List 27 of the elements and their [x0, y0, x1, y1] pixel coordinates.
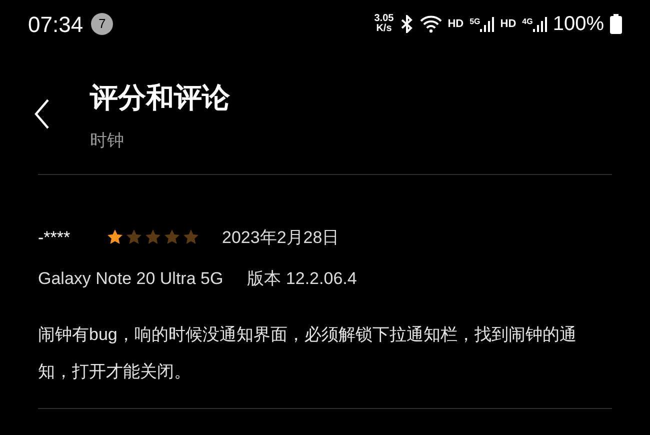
network-type: 4G — [522, 16, 533, 28]
device-name: Galaxy Note 20 Ultra 5G — [38, 268, 224, 290]
battery-percent: 100% — [552, 12, 604, 37]
app-version: 版本 12.2.06.4 — [247, 268, 357, 290]
wifi-icon — [420, 15, 442, 33]
signal-icon — [480, 16, 494, 32]
hd-label: HD — [500, 16, 516, 32]
review-date: 2023年2月28日 — [222, 226, 340, 248]
network-type: 5G — [470, 16, 480, 28]
reviewer-name: -**** — [38, 226, 72, 248]
battery-icon — [610, 14, 622, 34]
clock-time: 07:34 — [28, 10, 84, 38]
star-icon — [106, 228, 124, 246]
star-icon — [163, 228, 181, 246]
star-icon — [144, 228, 162, 246]
signal-icon — [532, 16, 547, 32]
network-speed-value: 3.05 — [374, 14, 394, 24]
network-speed-unit: K/s — [376, 24, 392, 34]
bluetooth-icon — [400, 15, 414, 33]
review-text: 闹钟有bug，响的时候没通知界面，必须解锁下拉通知栏，找到闹钟的通知，打开才能关闭。 — [38, 324, 578, 382]
page-subtitle: 时钟 — [90, 130, 125, 152]
back-icon — [34, 99, 50, 129]
star-icon — [125, 228, 143, 246]
page-title: 评分和评论 — [90, 81, 230, 115]
star-icon — [182, 228, 200, 246]
notification-count: 7 — [91, 13, 114, 35]
hd-label: HD — [448, 16, 464, 32]
